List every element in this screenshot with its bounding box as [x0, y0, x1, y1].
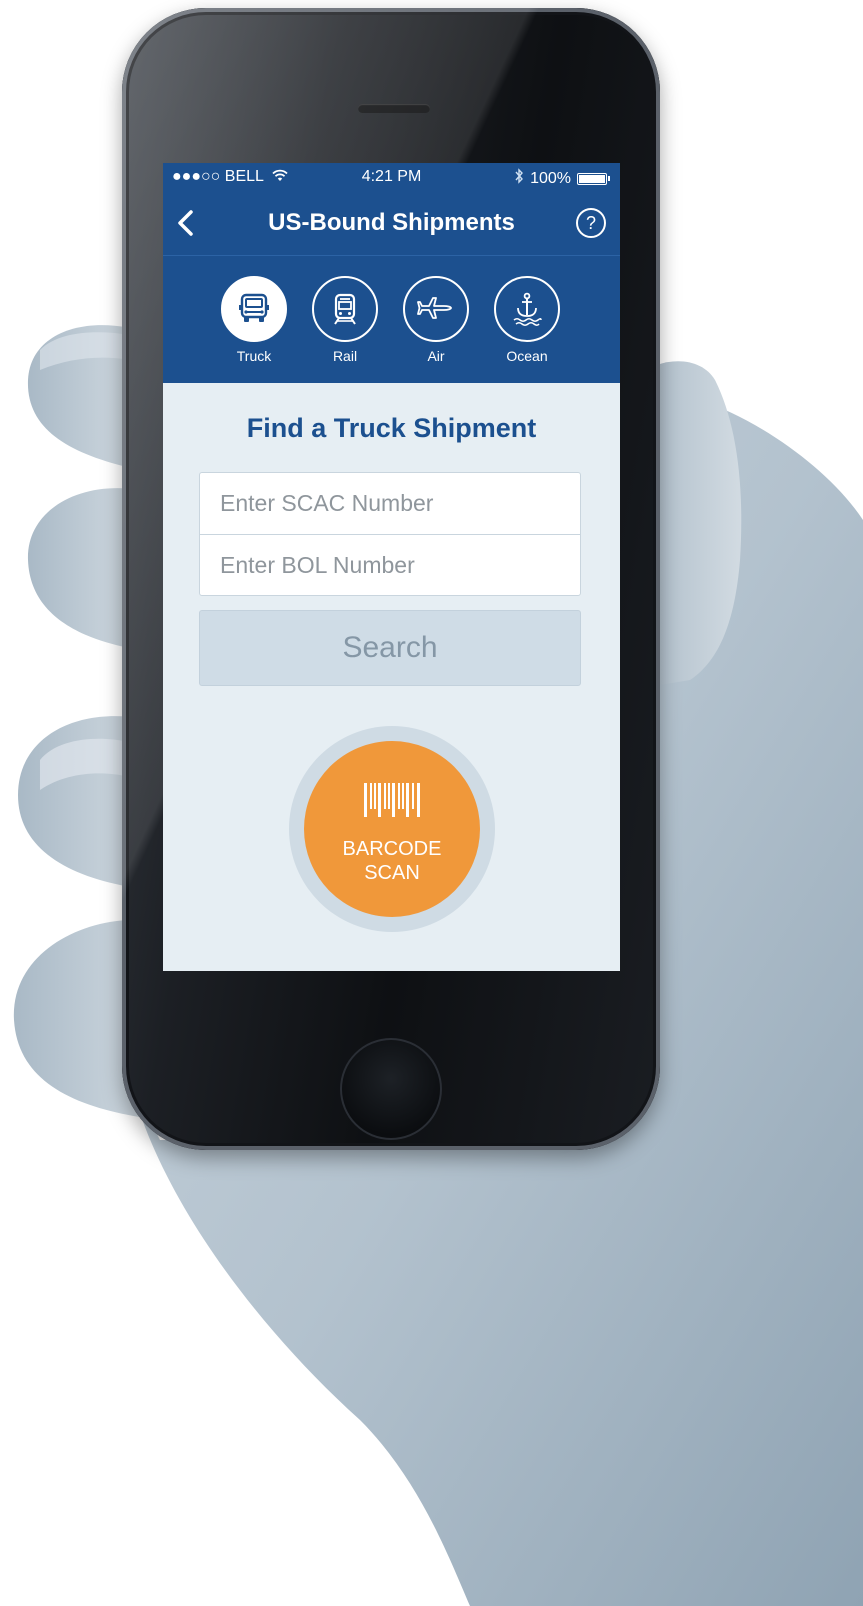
bol-input[interactable]: [200, 535, 580, 596]
scac-input[interactable]: [200, 473, 580, 534]
nav-bar: US-Bound Shipments ?: [163, 193, 620, 256]
shipment-form: [199, 472, 581, 596]
tab-ocean-label: Ocean: [506, 348, 548, 364]
help-button[interactable]: ?: [576, 208, 606, 238]
page-title: US-Bound Shipments: [268, 209, 515, 236]
truck-icon: [221, 276, 287, 342]
tab-rail[interactable]: Rail: [310, 276, 380, 364]
bluetooth-icon: [514, 168, 524, 189]
battery-icon: [577, 172, 607, 185]
form-heading: Find a Truck Shipment: [246, 413, 537, 443]
phone-home-button[interactable]: [340, 1038, 442, 1140]
barcode-scan-label: BARCODE SCAN: [304, 837, 480, 885]
tab-air[interactable]: Air: [401, 276, 471, 364]
barcode-scan-ring: BARCODE SCAN: [289, 726, 495, 932]
airplane-icon: [403, 276, 469, 342]
tab-air-label: Air: [427, 348, 445, 364]
battery-percent: 100%: [530, 169, 571, 187]
battery-tip: [608, 176, 610, 181]
tab-truck[interactable]: Truck: [219, 276, 289, 364]
search-button[interactable]: Search: [199, 610, 581, 686]
tab-rail-label: Rail: [332, 348, 358, 364]
app-screen: ●●●○○ BELL 4:21 PM 100% US-Bound Shipmen…: [163, 163, 620, 971]
status-right: 100%: [514, 168, 610, 189]
tab-truck-label: Truck: [236, 348, 272, 364]
train-icon: [312, 276, 378, 342]
barcode-label-line1: BARCODE: [342, 838, 442, 860]
barcode-icon: [364, 783, 420, 817]
barcode-scan-button[interactable]: BARCODE SCAN: [304, 741, 480, 917]
help-icon: ?: [585, 213, 596, 233]
phone-earpiece: [358, 104, 430, 113]
anchor-icon: [494, 276, 560, 342]
transport-mode-tabs: Truck Rail Air Ocean: [163, 256, 620, 383]
status-bar: ●●●○○ BELL 4:21 PM 100%: [163, 163, 620, 193]
barcode-label-line2: SCAN: [364, 862, 420, 884]
tab-ocean[interactable]: Ocean: [492, 276, 562, 364]
